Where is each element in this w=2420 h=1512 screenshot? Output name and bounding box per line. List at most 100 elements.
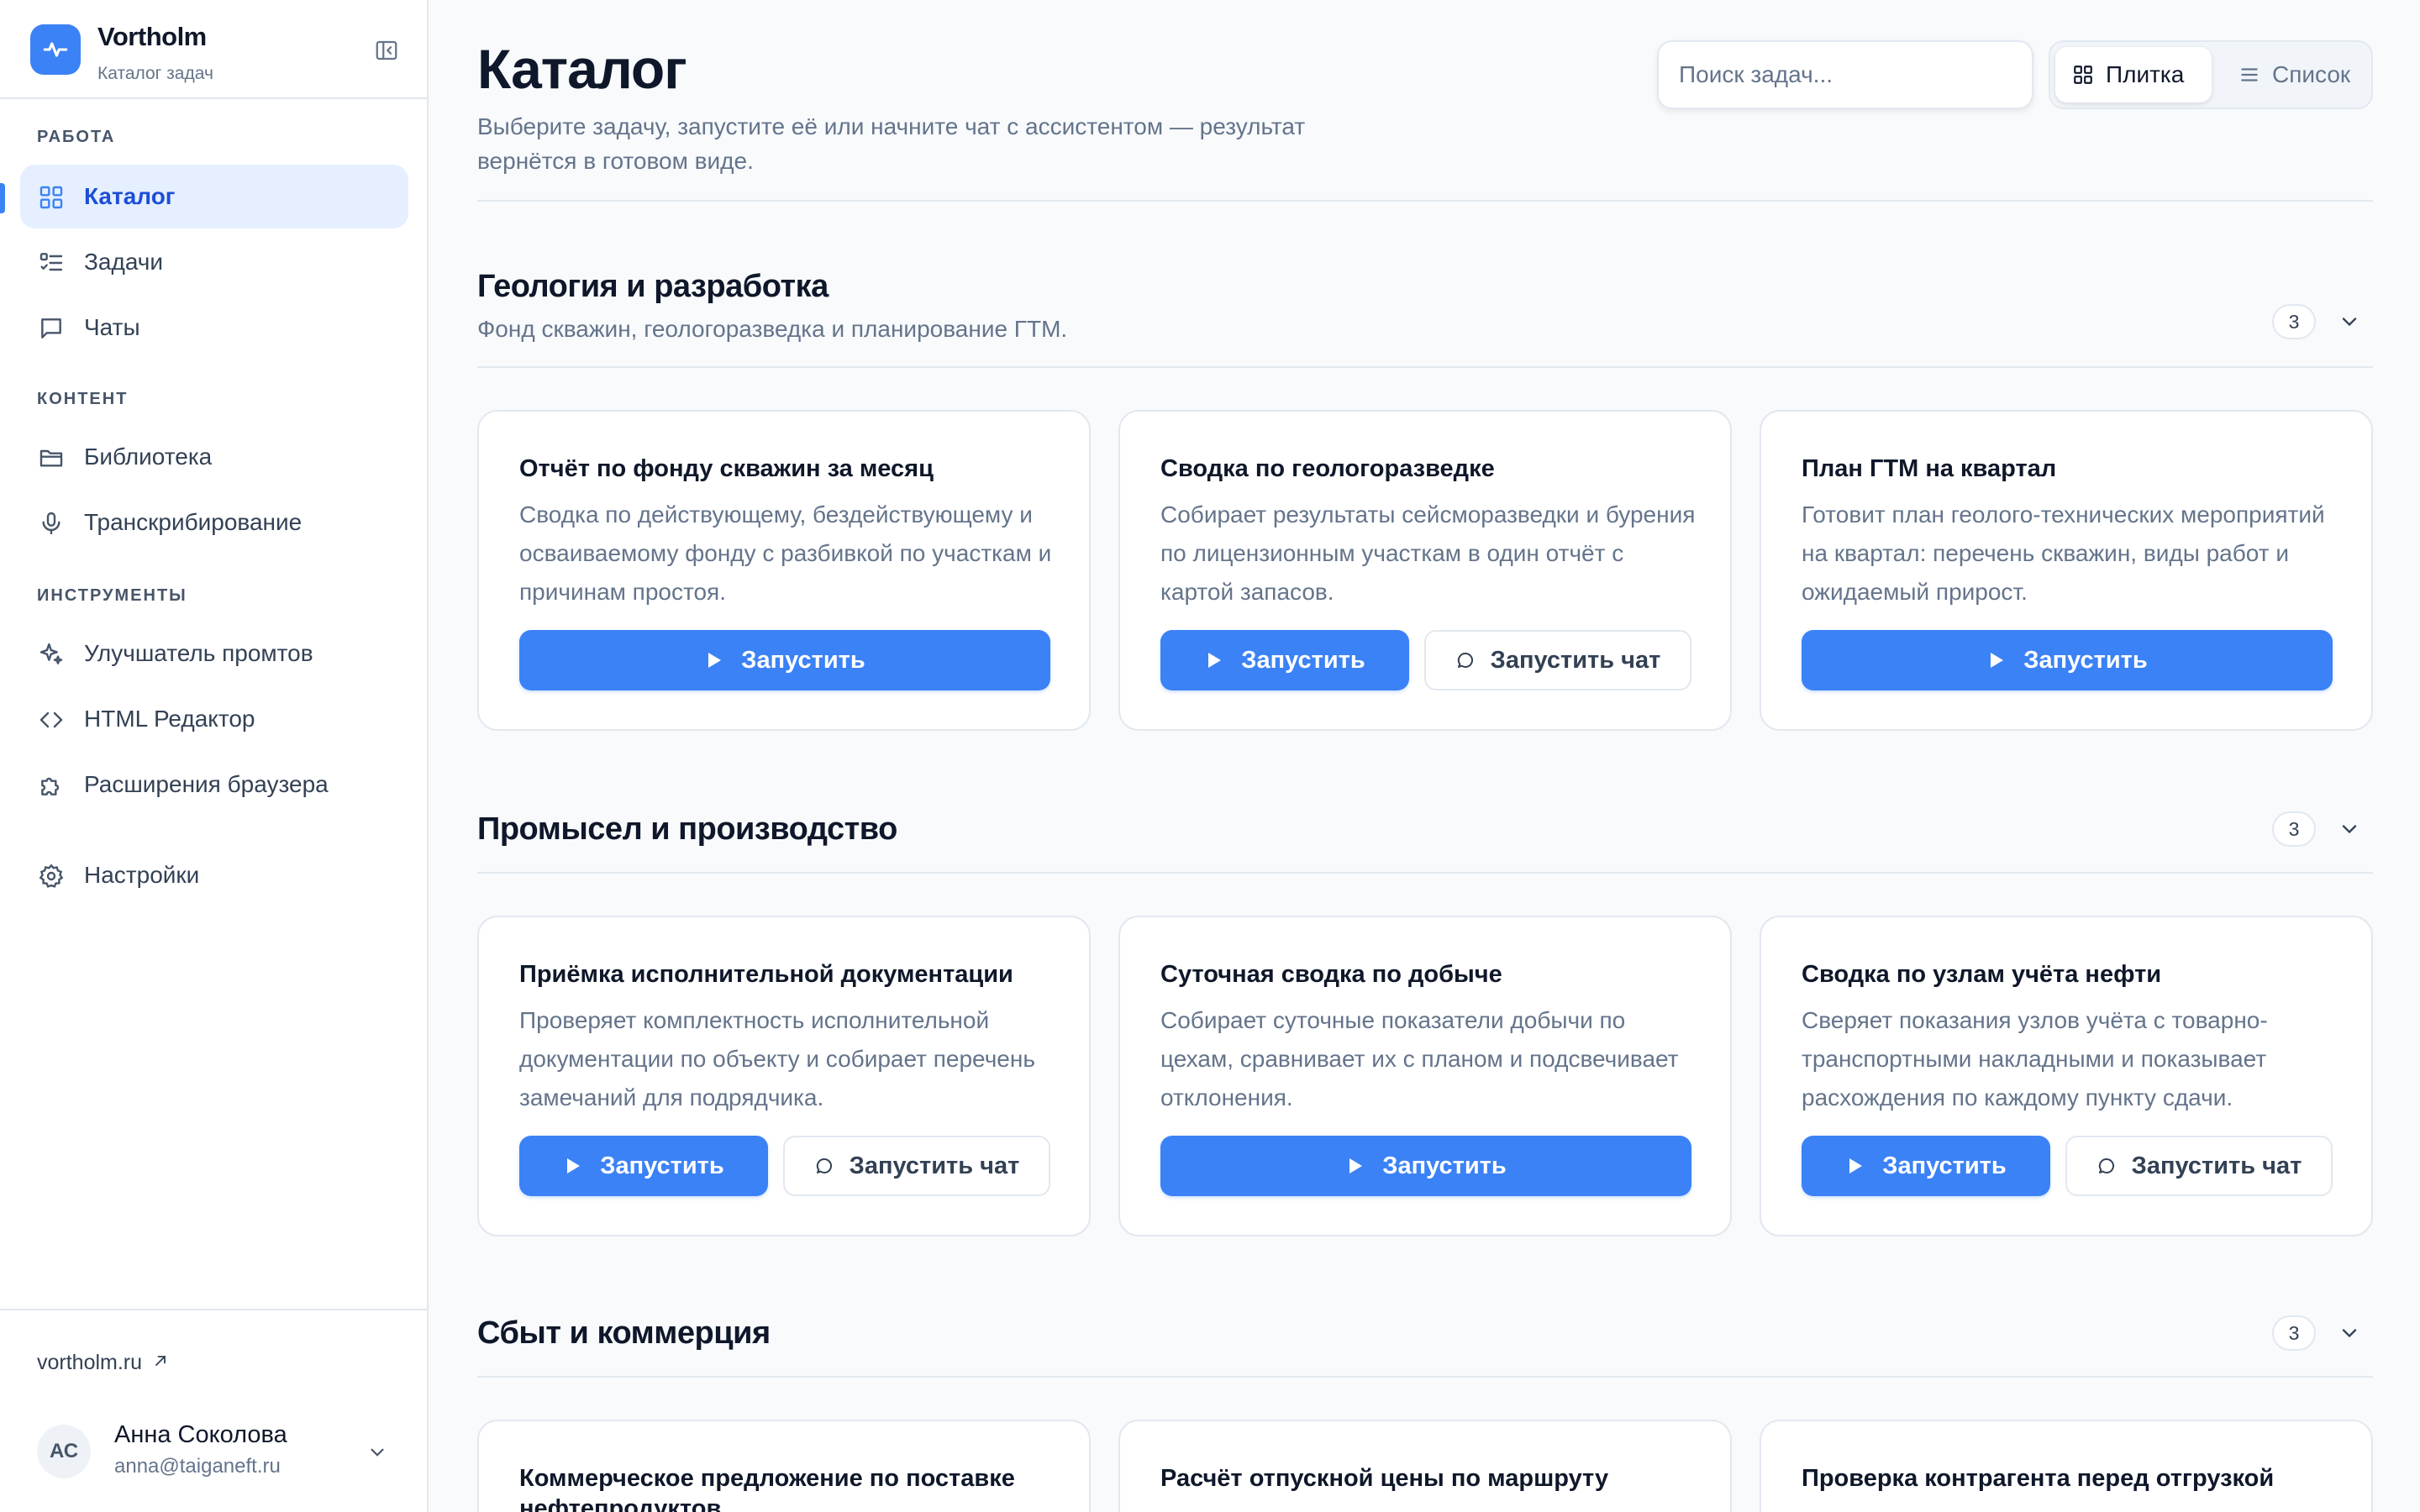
sidebar-item-browser-extensions[interactable]: Расширения браузера (20, 753, 408, 816)
run-button[interactable]: Запустить (1160, 630, 1409, 690)
view-toggle: Плитка Список (2049, 40, 2373, 109)
run-chat-button[interactable]: Запустить чат (2065, 1136, 2333, 1196)
card-title: Коммерческое предложение по поставке неф… (519, 1465, 1015, 1512)
section-divider (477, 1376, 2373, 1378)
puzzle-icon (37, 771, 66, 800)
nav-section-work: РАБОТА (37, 128, 116, 146)
chevron-down-icon[interactable] (2334, 814, 2365, 844)
card-title: Сводка по геологоразведке (1160, 455, 1495, 482)
play-icon (1986, 650, 2007, 670)
card-description: Собирает суточные показатели добычи по ц… (1160, 1007, 1679, 1110)
user-email: anna@taiganeft.ru (114, 1455, 281, 1478)
sidebar-item-label: Расширения браузера (84, 771, 329, 797)
section-count-badge: 3 (2272, 304, 2316, 339)
task-card: План ГТМ на квартал Готовит план геолого… (1760, 410, 2373, 731)
run-button[interactable]: Запустить (1802, 630, 2333, 690)
run-button-label: Запустить (600, 1152, 724, 1179)
run-chat-button[interactable]: Запустить чат (783, 1136, 1050, 1196)
run-button-label: Запустить (741, 646, 865, 674)
section-title: Сбыт и коммерция (477, 1315, 771, 1351)
sidebar-item-settings[interactable]: Настройки (20, 843, 408, 907)
sidebar-item-prompt-improver[interactable]: Улучшатель промтов (20, 622, 408, 685)
brand-subtitle: Каталог задач (97, 64, 213, 83)
sparkles-icon (37, 640, 66, 669)
card-title: Сводка по узлам учёта нефти (1802, 961, 2162, 988)
play-icon (1845, 1156, 1865, 1176)
run-chat-button-label: Запустить чат (2131, 1152, 2302, 1179)
task-card: Сводка по геологоразведке Собирает резул… (1118, 410, 1732, 731)
run-chat-button-label: Запустить чат (849, 1152, 1020, 1179)
chat-bubble-icon (1455, 650, 1476, 670)
site-link[interactable]: vortholm.ru (37, 1351, 169, 1375)
section-count-badge: 3 (2272, 811, 2316, 847)
chat-bubble-icon (814, 1156, 834, 1176)
section-count-badge: 3 (2272, 1315, 2316, 1351)
code-icon (37, 706, 66, 734)
task-card: Суточная сводка по добыче Собирает суточ… (1118, 916, 1732, 1236)
section-description: Фонд скважин, геологоразведка и планиров… (477, 316, 1068, 342)
section-divider (477, 872, 2373, 874)
run-button[interactable]: Запустить (519, 630, 1050, 690)
card-title: Суточная сводка по добыче (1160, 961, 1502, 988)
run-button-label: Запустить (2023, 646, 2148, 674)
run-button[interactable]: Запустить (1802, 1136, 2050, 1196)
card-title: Отчёт по фонду скважин за месяц (519, 455, 934, 482)
sidebar-item-tasks[interactable]: Задачи (20, 230, 408, 294)
sidebar-item-html-editor[interactable]: HTML Редактор (20, 687, 408, 751)
card-title: Расчёт отпускной цены по маршруту (1160, 1465, 1609, 1492)
sidebar-item-transcription[interactable]: Транскрибирование (20, 491, 408, 554)
chevron-down-icon[interactable] (363, 1438, 392, 1467)
view-list-button[interactable]: Список (2222, 47, 2370, 102)
page-subtitle: Выберите задачу, запустите её или начнит… (477, 113, 1306, 174)
section-title: Промысел и производство (477, 811, 897, 847)
task-card: Коммерческое предложение по поставке неф… (477, 1420, 1091, 1512)
view-tile-button[interactable]: Плитка (2055, 47, 2212, 102)
card-description: Сверяет показания узлов учёта с товарно-… (1802, 1007, 2268, 1110)
grid-icon (2070, 62, 2096, 87)
search-input[interactable] (1657, 40, 2033, 109)
view-tile-label: Плитка (2106, 61, 2185, 87)
grid-icon (37, 183, 66, 212)
nav-section-content: КОНТЕНТ (37, 390, 129, 408)
task-card: Сводка по узлам учёта нефти Сверяет пока… (1760, 916, 2373, 1236)
sidebar-item-label: Транскрибирование (84, 509, 302, 535)
chevron-down-icon[interactable] (2334, 307, 2365, 337)
section-divider (477, 366, 2373, 368)
chevron-down-icon[interactable] (2334, 1318, 2365, 1348)
run-button-label: Запустить (1382, 1152, 1507, 1179)
section-title: Геология и разработка (477, 269, 829, 304)
sidebar-item-library[interactable]: Библиотека (20, 425, 408, 489)
play-icon (563, 1156, 583, 1176)
task-card: Приёмка исполнительной документации Пров… (477, 916, 1091, 1236)
play-icon (1204, 650, 1224, 670)
sidebar-item-chats[interactable]: Чаты (20, 296, 408, 360)
pulse-logo-icon (30, 24, 81, 75)
task-card: Расчёт отпускной цены по маршруту (1118, 1420, 1732, 1512)
sidebar: Vortholm Каталог задач РАБОТА Каталог За… (0, 0, 429, 1512)
sidebar-item-label: Каталог (84, 183, 176, 209)
play-icon (1345, 1156, 1365, 1176)
card-description: Сводка по действующему, бездействующему … (519, 501, 1052, 605)
task-card: Отчёт по фонду скважин за месяц Сводка п… (477, 410, 1091, 731)
chat-bubble-icon (2096, 1156, 2117, 1176)
sidebar-item-label: Улучшатель промтов (84, 640, 313, 666)
page-title: Каталог (477, 38, 687, 100)
card-title: Проверка контрагента перед отгрузкой (1802, 1465, 2275, 1492)
card-title: Приёмка исполнительной документации (519, 961, 1013, 988)
sidebar-item-catalog[interactable]: Каталог (20, 165, 408, 228)
external-link-icon (152, 1351, 169, 1375)
view-list-label: Список (2272, 61, 2351, 87)
brand-name: Vortholm (97, 22, 207, 51)
task-list-icon (37, 249, 66, 277)
run-chat-button[interactable]: Запустить чат (1424, 630, 1691, 690)
user-name: Анна Соколова (114, 1421, 287, 1448)
sidebar-collapse-icon[interactable] (371, 35, 402, 66)
sidebar-item-label: Чаты (84, 314, 140, 340)
run-chat-button-label: Запустить чат (1490, 646, 1661, 674)
sidebar-item-label: Настройки (84, 862, 200, 888)
avatar: АС (37, 1425, 91, 1478)
user-menu[interactable]: АС Анна Соколова anna@taiganeft.ru (37, 1420, 398, 1483)
run-button[interactable]: Запустить (1160, 1136, 1691, 1196)
run-button[interactable]: Запустить (519, 1136, 768, 1196)
sidebar-item-label: Задачи (84, 249, 164, 275)
